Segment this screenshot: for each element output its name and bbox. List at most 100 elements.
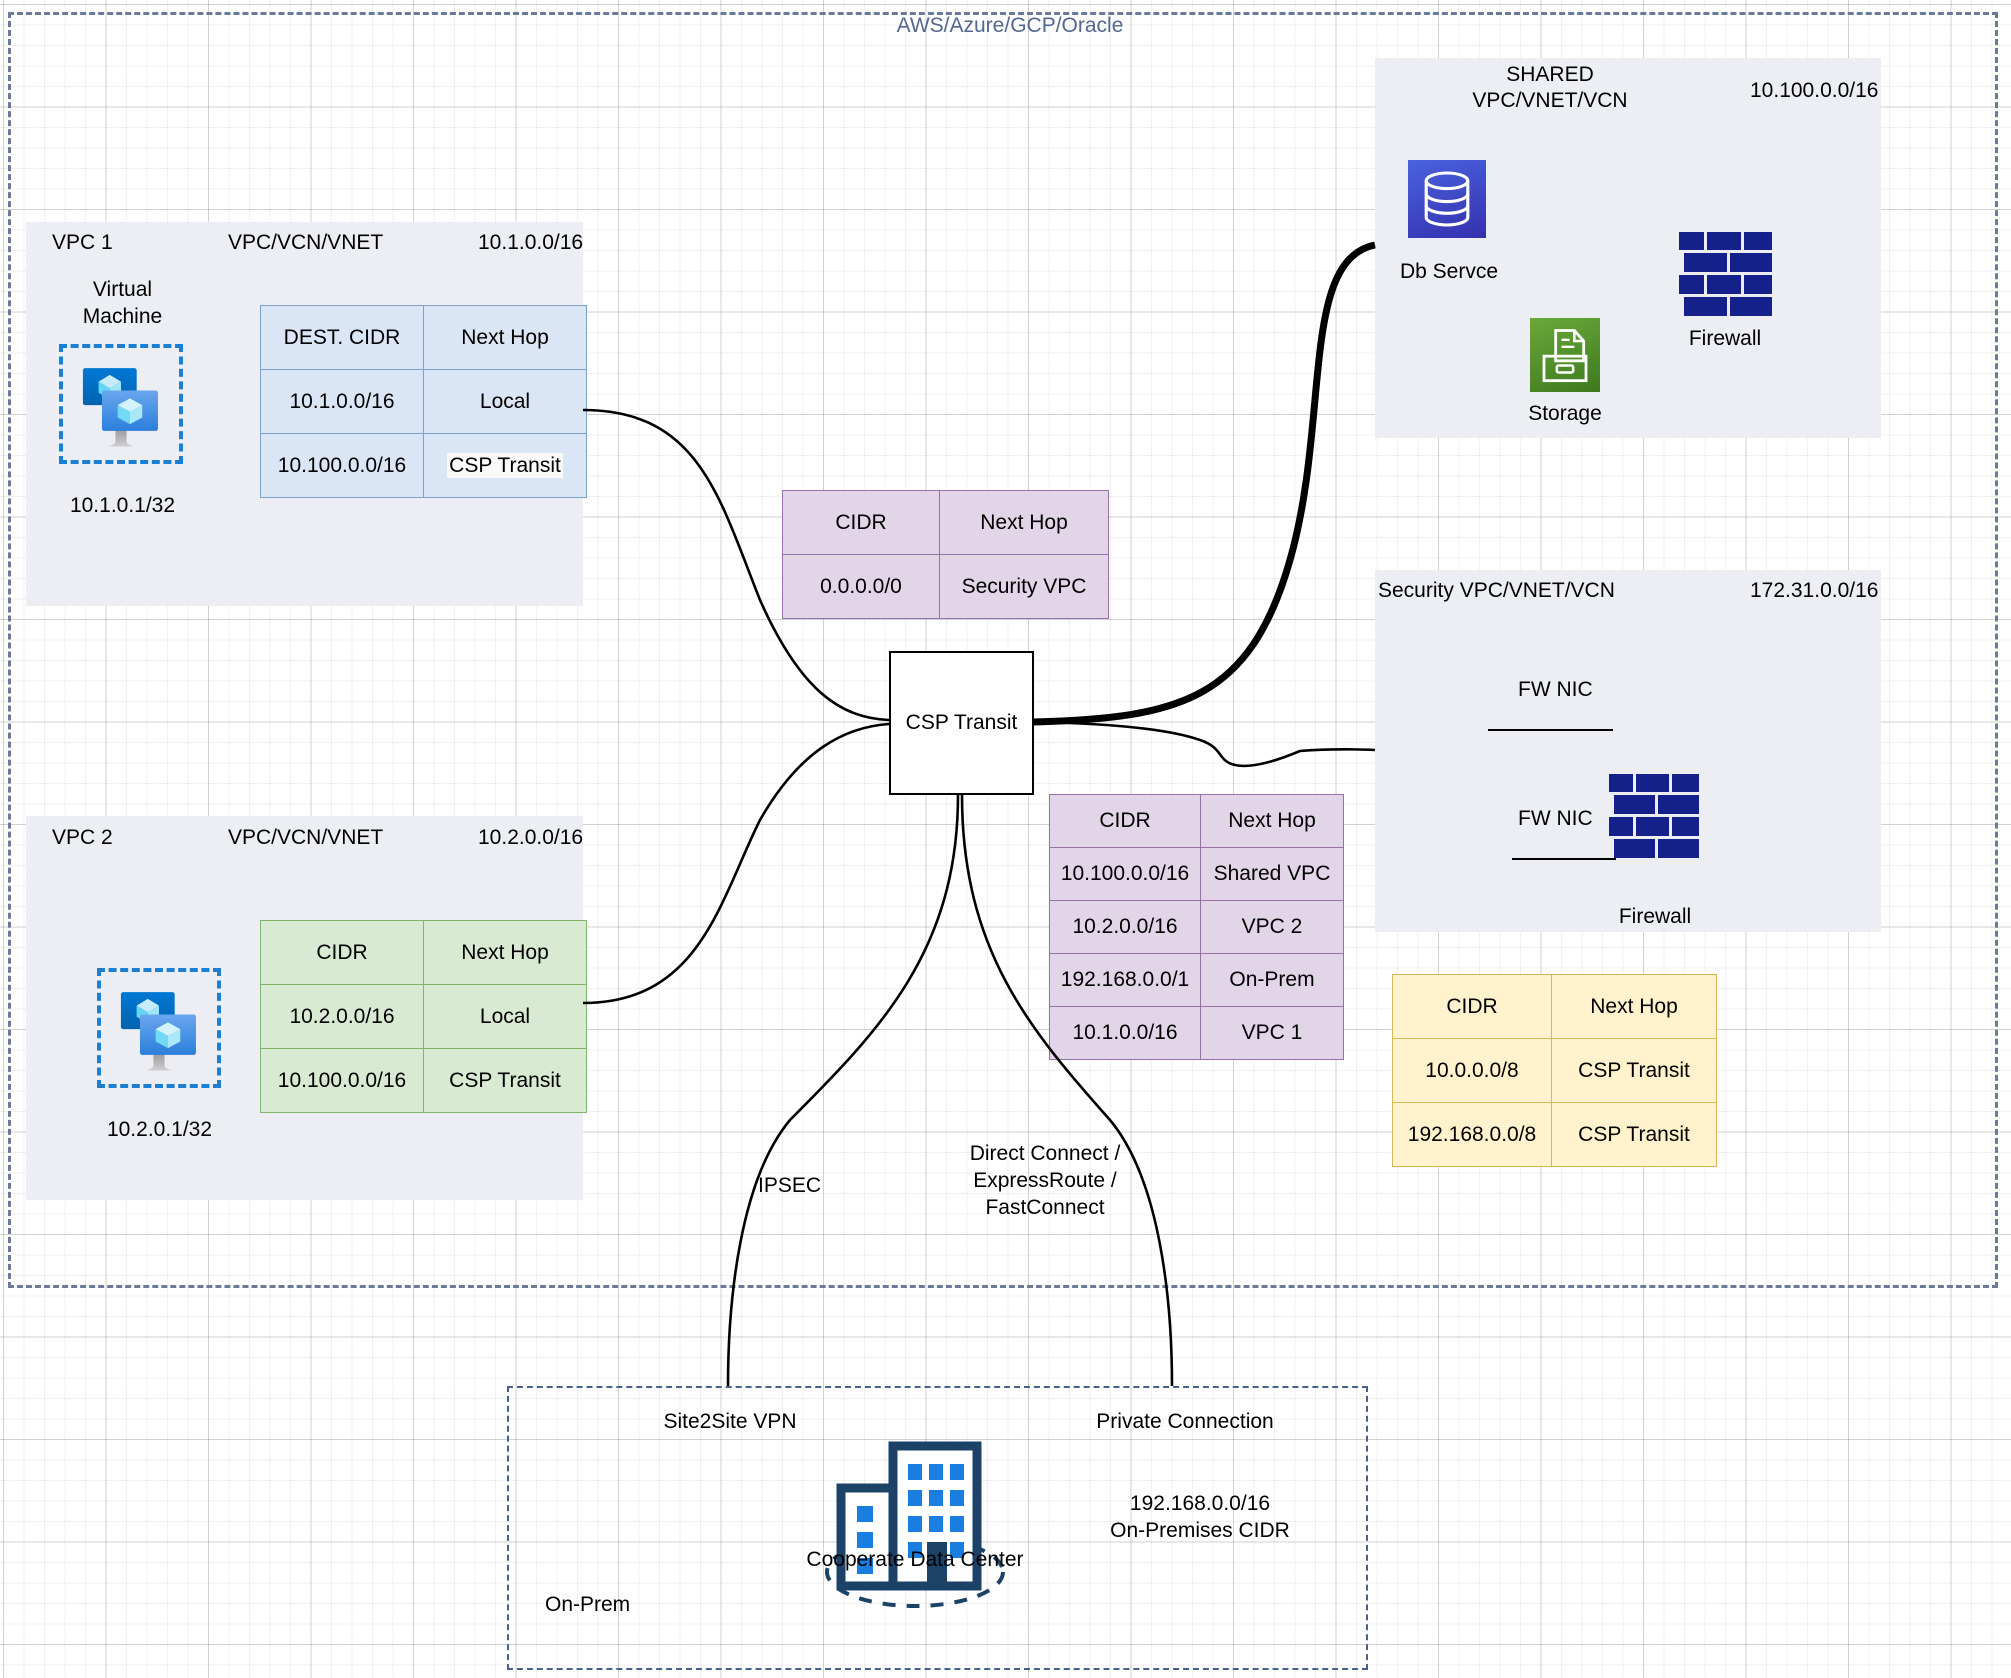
- vpc1-cidr: 10.1.0.0/16: [478, 231, 584, 254]
- vpc1-vm-label: Virtual Machine: [82, 278, 163, 328]
- vpc2-route-table: CIDR Next Hop 10.2.0.0/16 Local 10.100.0…: [260, 920, 587, 1113]
- transit-rt-cell-3-0: 10.1.0.0/16: [1049, 1006, 1201, 1060]
- security-rt-cell-0-0: 10.0.0.0/8: [1392, 1038, 1552, 1103]
- table-row: CIDR Next Hop: [1049, 794, 1344, 848]
- cloud-provider-title: AWS/Azure/GCP/Oracle: [896, 14, 1124, 37]
- onprem-cidr: 192.168.0.0/16: [1129, 1492, 1271, 1515]
- default-rt-cell-0-1: Security VPC: [939, 554, 1109, 619]
- table-row: 10.100.0.0/16 CSP Transit: [260, 433, 587, 498]
- vpc1-name: VPC 1: [52, 231, 113, 254]
- office-building-icon: [805, 1420, 1025, 1620]
- security-rt-cell-1-1: CSP Transit: [1551, 1102, 1717, 1167]
- table-row: 192.168.0.0/8 CSP Transit: [1392, 1102, 1717, 1167]
- default-rt-header-0: CIDR: [782, 490, 940, 555]
- transit-rt-cell-3-1: VPC 1: [1200, 1006, 1344, 1060]
- default-rt-cell-0-0: 0.0.0.0/0: [782, 554, 940, 619]
- vpc2-rt-header-0: CIDR: [260, 920, 424, 985]
- on-prem-label: On-Prem: [545, 1593, 631, 1616]
- default-rt-header-1: Next Hop: [939, 490, 1109, 555]
- table-row: 10.1.0.0/16 Local: [260, 369, 587, 434]
- office-building-glyph: [825, 1441, 1005, 1608]
- security-route-table: CIDR Next Hop 10.0.0.0/8 CSP Transit 192…: [1392, 974, 1717, 1167]
- transit-rt-cell-2-0: 192.168.0.0/1: [1049, 953, 1201, 1007]
- csp-transit-label: CSP Transit: [905, 711, 1018, 734]
- security-rt-header-1: Next Hop: [1551, 974, 1717, 1039]
- table-row: 10.0.0.0/8 CSP Transit: [1392, 1038, 1717, 1103]
- security-vpc-firewall-label: Firewall: [1618, 905, 1692, 928]
- shared-vpc-name: SHARED VPC/VNET/VCN: [1472, 63, 1628, 112]
- vpc1-route-table: DEST. CIDR Next Hop 10.1.0.0/16 Local 10…: [260, 305, 587, 498]
- firewall-icon: [1679, 232, 1772, 318]
- security-vpc-name: Security VPC/VNET/VCN: [1378, 579, 1615, 602]
- shared-vpc-firewall-label: Firewall: [1688, 327, 1762, 350]
- virtual-machine-glyph: [120, 992, 196, 1071]
- transit-rt-cell-2-1: On-Prem: [1200, 953, 1344, 1007]
- vpc2-vm-ip: 10.2.0.1/32: [106, 1118, 213, 1141]
- vpc1-rt-header-0: DEST. CIDR: [260, 305, 424, 370]
- default-route-table: CIDR Next Hop 0.0.0.0/0 Security VPC: [782, 490, 1109, 619]
- shared-vpc-panel: [1375, 58, 1881, 438]
- table-row: 10.100.0.0/16 CSP Transit: [260, 1048, 587, 1113]
- database-glyph: [1424, 171, 1470, 227]
- vpc1-rt-cell-0-1: Local: [423, 369, 587, 434]
- security-vpc-nic1-label: FW NIC: [1518, 678, 1593, 701]
- virtual-machine-icon: [59, 344, 183, 464]
- private-connection-type-label: Direct Connect / ExpressRoute / FastConn…: [969, 1142, 1121, 1219]
- vpc1-rt-cell-1-1-text: CSP Transit: [447, 452, 563, 478]
- vpc1-rt-cell-1-0: 10.100.0.0/16: [260, 433, 424, 498]
- fw-nic2-line: [1512, 858, 1616, 860]
- security-rt-cell-1-0: 192.168.0.0/8: [1392, 1102, 1552, 1167]
- table-row: 192.168.0.0/1 On-Prem: [1049, 953, 1344, 1007]
- table-row: 10.2.0.0/16 VPC 2: [1049, 900, 1344, 954]
- security-vpc-panel: [1375, 570, 1881, 932]
- table-row: CIDR Next Hop: [1392, 974, 1717, 1039]
- vpc2-name: VPC 2: [52, 826, 113, 849]
- security-rt-header-0: CIDR: [1392, 974, 1552, 1039]
- vpc2-rt-cell-0-1: Local: [423, 984, 587, 1049]
- storage-icon: [1530, 318, 1600, 392]
- private-connection-label: Private Connection: [1096, 1410, 1274, 1433]
- ipsec-label: IPSEC: [758, 1174, 822, 1197]
- table-row: 10.100.0.0/16 Shared VPC: [1049, 847, 1344, 901]
- transit-rt-header-1: Next Hop: [1200, 794, 1344, 848]
- transit-rt-cell-0-1: Shared VPC: [1200, 847, 1344, 901]
- vpc2-type-label: VPC/VCN/VNET: [228, 826, 384, 849]
- vpc1-rt-cell-1-1: CSP Transit: [423, 433, 587, 498]
- table-row: CIDR Next Hop: [782, 490, 1109, 555]
- fw-nic1-line: [1488, 729, 1613, 731]
- virtual-machine-icon: [97, 968, 221, 1088]
- security-vpc-cidr: 172.31.0.0/16: [1750, 579, 1879, 602]
- shared-vpc-storage-label: Storage: [1528, 402, 1602, 425]
- vpc1-rt-cell-0-0: 10.1.0.0/16: [260, 369, 424, 434]
- vpc2-cidr: 10.2.0.0/16: [478, 826, 584, 849]
- shared-vpc-cidr: 10.100.0.0/16: [1750, 79, 1879, 102]
- vpc2-rt-cell-0-0: 10.2.0.0/16: [260, 984, 424, 1049]
- transit-rt-header-0: CIDR: [1049, 794, 1201, 848]
- csp-transit-node[interactable]: CSP Transit: [889, 651, 1034, 795]
- table-row: DEST. CIDR Next Hop: [260, 305, 587, 370]
- onprem-cidr-label: On-Premises CIDR: [1110, 1519, 1290, 1542]
- storage-glyph: [1542, 329, 1588, 383]
- database-icon: [1408, 160, 1486, 238]
- security-vpc-nic2-label: FW NIC: [1518, 807, 1593, 830]
- table-row: 0.0.0.0/0 Security VPC: [782, 554, 1109, 619]
- vpc2-rt-header-1: Next Hop: [423, 920, 587, 985]
- vpc2-rt-cell-1-1: CSP Transit: [423, 1048, 587, 1113]
- transit-rt-cell-1-0: 10.2.0.0/16: [1049, 900, 1201, 954]
- vpc1-vm-ip: 10.1.0.1/32: [69, 494, 176, 517]
- table-row: 10.2.0.0/16 Local: [260, 984, 587, 1049]
- data-center-label: Cooperate Data Center: [806, 1548, 1024, 1571]
- vpc1-type-label: VPC/VCN/VNET: [228, 231, 384, 254]
- table-row: 10.1.0.0/16 VPC 1: [1049, 1006, 1344, 1060]
- virtual-machine-glyph: [82, 368, 158, 447]
- shared-vpc-db-label: Db Servce: [1400, 260, 1499, 283]
- transit-rt-cell-1-1: VPC 2: [1200, 900, 1344, 954]
- security-rt-cell-0-1: CSP Transit: [1551, 1038, 1717, 1103]
- transit-rt-cell-0-0: 10.100.0.0/16: [1049, 847, 1201, 901]
- firewall-icon: [1609, 774, 1699, 860]
- vpc2-rt-cell-1-0: 10.100.0.0/16: [260, 1048, 424, 1113]
- vpc1-rt-header-1: Next Hop: [423, 305, 587, 370]
- table-row: CIDR Next Hop: [260, 920, 587, 985]
- diagram-canvas: AWS/Azure/GCP/Oracle VPC 1 VPC/VCN/VNET …: [0, 0, 2011, 1678]
- transit-route-table: CIDR Next Hop 10.100.0.0/16 Shared VPC 1…: [1049, 794, 1344, 1060]
